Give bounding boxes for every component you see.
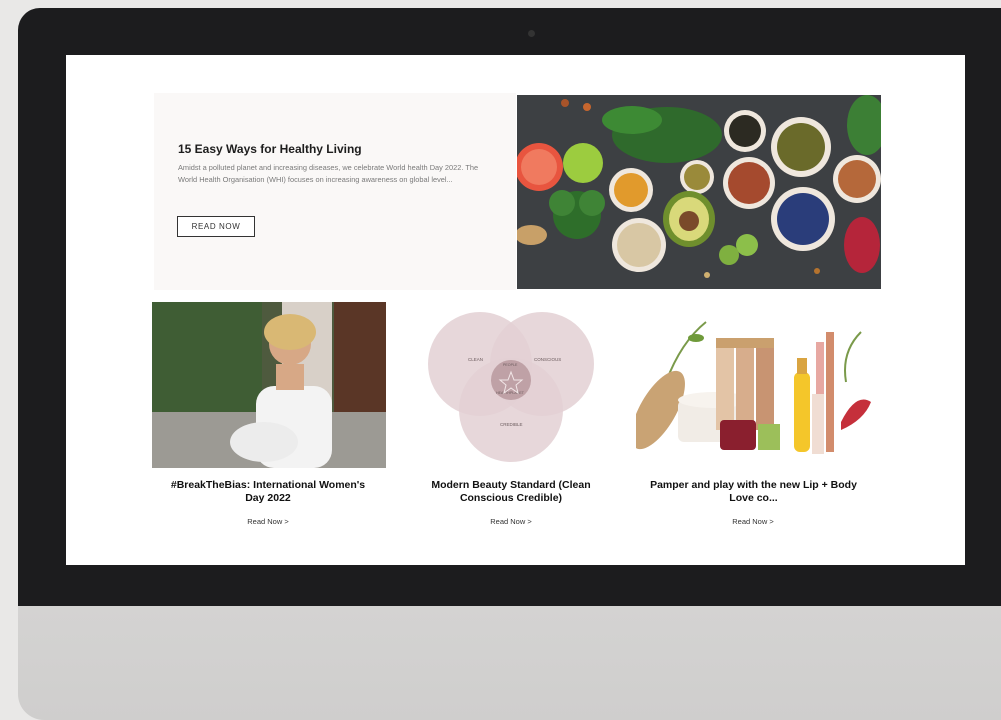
- card-image-women-day[interactable]: [152, 302, 386, 468]
- card-title-women-day[interactable]: #BreakTheBias: International Women's Day…: [168, 479, 368, 505]
- camera-dot: [528, 30, 535, 37]
- card-title-modern-beauty[interactable]: Modern Beauty Standard (Clean Conscious …: [406, 479, 616, 505]
- card-read-now-link-modern-beauty[interactable]: Read Now >: [461, 517, 561, 526]
- card-image-lip-body-love[interactable]: [636, 302, 876, 468]
- card-image-venn[interactable]: CLEAN CONSCIOUS CREDIBLE PEOPLE PLANET H…: [406, 302, 616, 468]
- hero-title[interactable]: 15 Easy Ways for Healthy Living: [178, 142, 362, 156]
- venn-label-people: PEOPLE: [503, 363, 518, 367]
- monitor-chin: [18, 606, 1001, 720]
- card-title-lip-body-love[interactable]: Pamper and play with the new Lip + Body …: [641, 479, 866, 505]
- venn-label-clean: CLEAN: [468, 357, 483, 362]
- hero-excerpt: Amidst a polluted planet and increasing …: [178, 163, 479, 184]
- hero-food-image[interactable]: [517, 95, 881, 289]
- blog-screen: 15 Easy Ways for Healthy Living Amidst a…: [66, 55, 965, 565]
- venn-label-conscious: CONSCIOUS: [534, 357, 561, 362]
- venn-label-credible: CREDIBLE: [500, 422, 523, 427]
- card-read-now-link-women-day[interactable]: Read Now >: [218, 517, 318, 526]
- hero-text-panel: 15 Easy Ways for Healthy Living Amidst a…: [154, 93, 516, 290]
- read-now-button[interactable]: READ NOW: [177, 216, 255, 237]
- venn-label-health: HEALTH: [496, 391, 510, 395]
- card-read-now-link-lip-body-love[interactable]: Read Now >: [703, 517, 803, 526]
